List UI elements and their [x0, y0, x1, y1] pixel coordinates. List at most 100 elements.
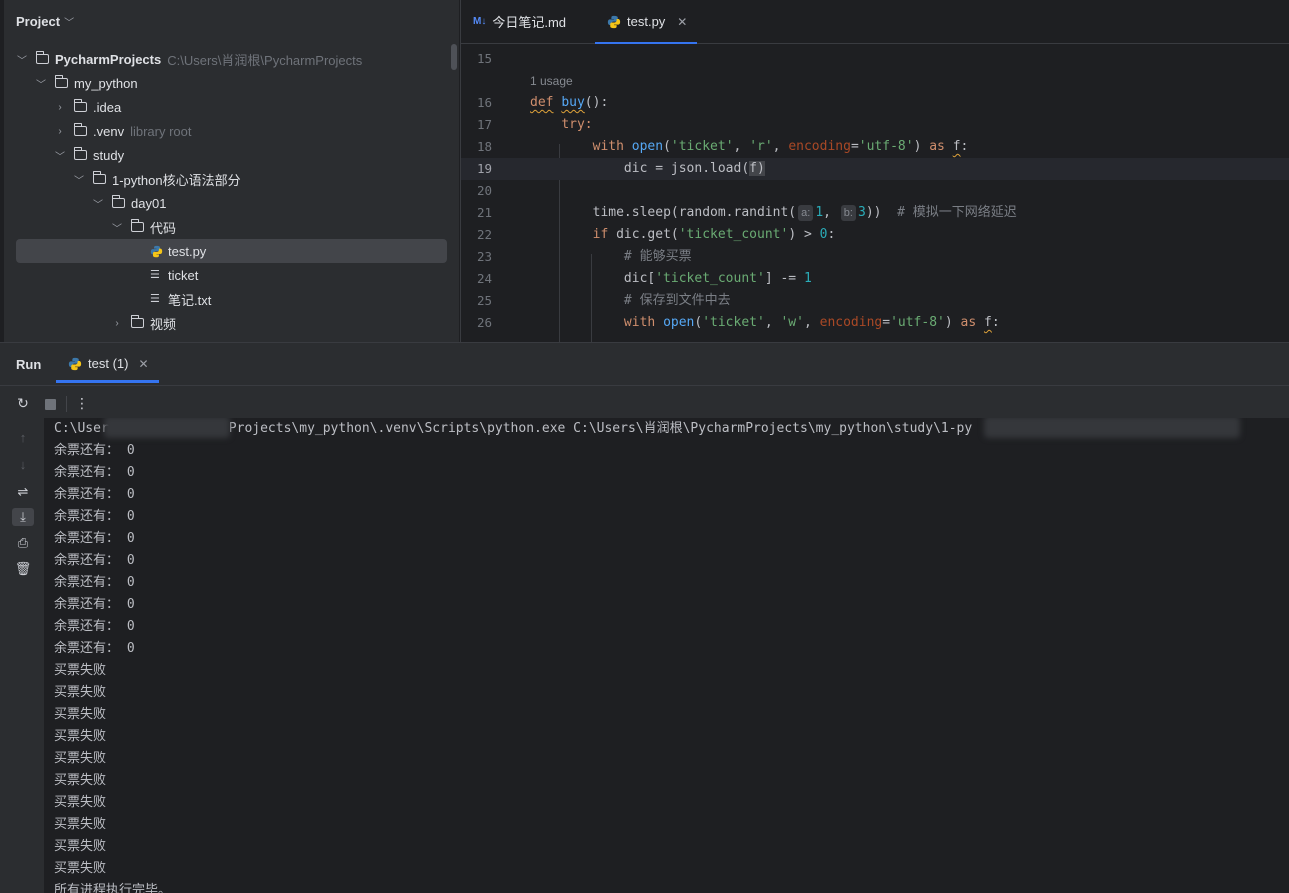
chevron-down-icon[interactable]: ﹀: [35, 76, 47, 91]
tab-label: 今日笔记.md: [492, 15, 567, 30]
tab-today-notes[interactable]: M↓ 今日笔记.md: [473, 0, 566, 43]
close-icon[interactable]: ✕: [677, 15, 687, 29]
soft-wrap-icon[interactable]: ⇌: [14, 483, 32, 501]
console-line: 余票还有： 0: [54, 465, 135, 480]
usage-hint[interactable]: 1 usage: [530, 74, 573, 88]
tree-item-day01[interactable]: ﹀ day01: [16, 191, 447, 215]
print-icon[interactable]: ⎙: [14, 534, 32, 552]
code-text: dic[: [623, 271, 656, 286]
editor-tabs: M↓ 今日笔记.md test.py ✕: [461, 0, 1289, 44]
tree-item-venv[interactable]: › .venv library root: [16, 119, 447, 143]
chevron-down-icon[interactable]: ﹀: [73, 172, 85, 187]
project-tool-window: Project ﹀ ﹀ PycharmProjects C:\Users\肖润根\…: [4, 0, 459, 342]
string-literal: 'ticket_count': [678, 227, 789, 242]
console-line: 买票失败: [54, 707, 107, 722]
chevron-down-icon[interactable]: ﹀: [54, 148, 66, 163]
chevron-right-icon[interactable]: ›: [54, 126, 66, 137]
parameter-hint: a:: [798, 205, 814, 221]
line-number: 17: [476, 117, 492, 132]
tree-item-videos[interactable]: › 视频: [16, 311, 447, 335]
folder-icon: [73, 147, 87, 160]
tree-item-test-py[interactable]: test.py: [16, 239, 447, 263]
close-icon[interactable]: ✕: [138, 357, 148, 371]
folder-icon: [54, 75, 68, 88]
up-arrow-icon[interactable]: ↑: [14, 429, 32, 447]
string-literal: 'ticket_count': [655, 271, 765, 286]
tree-item-python-core[interactable]: ﹀ 1-python核心语法部分: [16, 167, 447, 191]
code-line: # 保存到文件中去: [530, 290, 1289, 312]
string-literal: 'r': [749, 139, 773, 154]
string-literal: 'utf-8': [858, 139, 914, 154]
chevron-down-icon[interactable]: ﹀: [92, 196, 104, 211]
chevron-right-icon[interactable]: ›: [54, 102, 66, 113]
down-arrow-icon[interactable]: ↓: [14, 456, 32, 474]
tree-item-label: 代码: [150, 220, 177, 236]
scroll-to-end-icon[interactable]: ⤓: [12, 508, 34, 526]
chevron-right-icon[interactable]: ›: [111, 318, 123, 329]
code-line-current: dic = json.load(f): [530, 158, 1289, 180]
tree-item-idea[interactable]: › .idea: [16, 95, 447, 119]
keyword: def: [530, 95, 554, 110]
console-line: 买票失败: [54, 861, 107, 876]
parameter-hint: b:: [840, 205, 856, 221]
active-tab-indicator: [56, 380, 159, 383]
tree-item-ticket[interactable]: ☰ ticket: [16, 263, 447, 287]
tree-item-label: ticket: [168, 267, 199, 283]
console-line: 买票失败: [54, 685, 107, 700]
editor: M↓ 今日笔记.md test.py ✕ 15 16 17 18 19 20 2…: [460, 0, 1289, 342]
console-actions: ↑ ↓ ⇌ ⤓ ⎙ 🗑: [0, 420, 44, 893]
project-view-selector[interactable]: Project ﹀: [16, 14, 74, 29]
code-area[interactable]: 1 usage def buy(): try: with open('ticke…: [530, 44, 1289, 342]
line-number: 23: [476, 249, 492, 264]
code-line: def buy():: [530, 92, 1289, 114]
more-options-icon[interactable]: ⋮: [74, 395, 90, 411]
code-text: ():: [584, 95, 609, 110]
chevron-down-icon[interactable]: ﹀: [111, 220, 123, 235]
run-tool-window: Run test (1) ✕ ↻ ⋮ ↑ ↓ ⇌ ⤓ ⎙ 🗑 C:\User Pr…: [0, 342, 1289, 893]
keyword-arg: encoding: [788, 139, 851, 154]
code-text: ) >: [788, 227, 820, 242]
tree-item-notes-txt[interactable]: ☰ 笔记.txt: [16, 287, 447, 311]
line-number: 26: [476, 315, 492, 330]
project-scrollbar[interactable]: [451, 44, 457, 70]
console-line: 所有进程执行完毕。: [54, 883, 172, 893]
folder-icon: [73, 99, 87, 112]
console-line: 余票还有： 0: [54, 443, 135, 458]
console-line: 买票失败: [54, 839, 107, 854]
console-line: 买票失败: [54, 751, 107, 766]
tree-item-my-python[interactable]: ﹀ my_python: [16, 71, 447, 95]
comment: # 模拟一下网络延迟: [897, 205, 1017, 220]
console-line: 余票还有： 0: [54, 575, 135, 590]
keyword: if: [592, 227, 609, 242]
tree-item-pycharmprojects[interactable]: ﹀ PycharmProjects C:\Users\肖润根\PycharmPr…: [16, 47, 447, 71]
code-line: if dic.get('ticket_count') > 0:: [592, 227, 836, 242]
string-literal: 'ticket': [670, 139, 734, 154]
keyword: with: [623, 315, 656, 330]
keyword-arg: encoding: [819, 315, 883, 330]
code-line: time.sleep(random.randint(a: 1, b: 3)) # 模…: [592, 205, 1017, 221]
code-text: ] -=: [764, 271, 804, 286]
console-line: 余票还有： 0: [54, 531, 135, 546]
folder-icon: [73, 123, 87, 136]
tree-item-label: day01: [131, 195, 167, 211]
chevron-down-icon[interactable]: ﹀: [16, 52, 28, 67]
run-tab-test[interactable]: test (1) ✕: [68, 356, 149, 371]
tree-item-code[interactable]: ﹀ 代码: [16, 215, 447, 239]
code-line: with open('ticket', 'r', encoding='utf-8…: [592, 139, 969, 154]
code-text: dic.get(: [616, 227, 679, 242]
command-text: C:\User: [54, 421, 109, 436]
number-literal: 1: [803, 271, 812, 286]
variable: f: [749, 161, 757, 176]
tree-item-study[interactable]: ﹀ study: [16, 143, 447, 167]
rerun-icon[interactable]: ↻: [15, 395, 31, 411]
stop-icon[interactable]: [42, 395, 58, 411]
line-number: 16: [476, 95, 492, 110]
console-output[interactable]: C:\User Projects\my_python\.venv\Scripts\…: [44, 418, 1289, 893]
run-tab-label: test (1): [88, 356, 129, 371]
trash-icon[interactable]: 🗑: [14, 560, 32, 578]
tree-item-label: 笔记.txt: [168, 292, 212, 308]
code-line: try:: [530, 114, 1289, 136]
console-line: 余票还有： 0: [54, 553, 135, 568]
folder-icon: [92, 171, 106, 184]
tab-test-py[interactable]: test.py ✕: [594, 0, 698, 44]
